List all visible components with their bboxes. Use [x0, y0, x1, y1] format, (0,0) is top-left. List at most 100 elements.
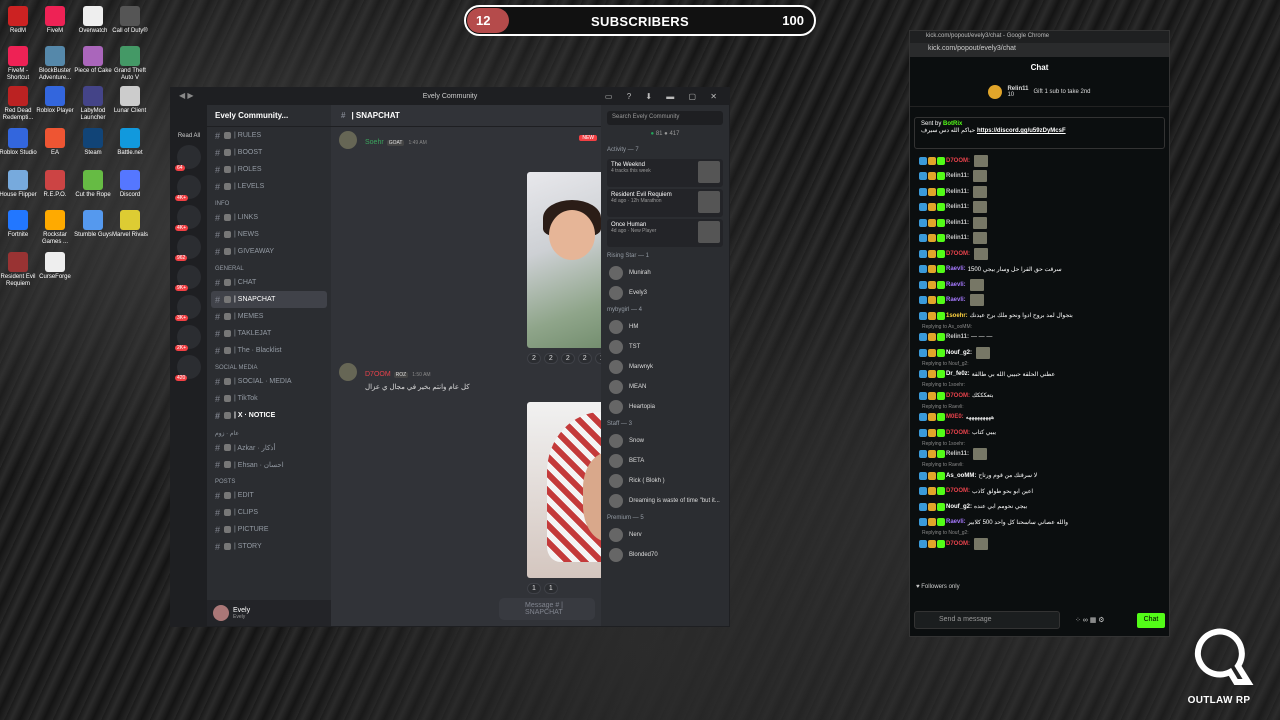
- message-author[interactable]: Soehr: [365, 139, 384, 146]
- chat-username[interactable]: 1soehr:: [946, 313, 968, 319]
- member-item[interactable]: Blonded70: [601, 545, 729, 565]
- channel-category[interactable]: عام · زوم: [207, 424, 331, 439]
- desktop-icon[interactable]: Piece of Cake: [74, 46, 112, 75]
- member-item[interactable]: Rick ( Blokh ): [601, 471, 729, 491]
- reaction[interactable]: 2: [543, 353, 558, 364]
- channel-category[interactable]: INFO: [207, 195, 331, 209]
- chat-username[interactable]: Raevli:: [946, 282, 966, 288]
- desktop-icon[interactable]: Lunar Client: [111, 86, 149, 115]
- desktop-icon[interactable]: House Flipper: [0, 170, 37, 199]
- channel-item[interactable]: # | CHAT: [207, 274, 331, 291]
- server-icon[interactable]: 2K+: [175, 325, 201, 351]
- server-icon[interactable]: 64: [175, 145, 201, 171]
- avatar[interactable]: [339, 363, 357, 381]
- channel-item[interactable]: # | GIVEAWAY: [207, 243, 331, 260]
- channel-item[interactable]: # | CLIPS: [207, 504, 331, 521]
- reaction[interactable]: 1: [527, 583, 541, 594]
- channel-item[interactable]: # | EDIT: [207, 487, 331, 504]
- member-item[interactable]: Munirah: [601, 263, 729, 283]
- chat-username[interactable]: D7OOM:: [946, 488, 970, 494]
- channel-item[interactable]: # | ROLES: [207, 161, 331, 178]
- chat-username[interactable]: Nouf_g2:: [946, 504, 972, 510]
- channel-item[interactable]: # | SOCIAL · MEDIA: [207, 373, 331, 390]
- desktop-icon[interactable]: Red Dead Redempti...: [0, 86, 37, 122]
- chat-username[interactable]: Raevli:: [946, 519, 966, 525]
- channel-item[interactable]: # | LINKS: [207, 209, 331, 226]
- reaction[interactable]: 2: [527, 353, 541, 364]
- desktop-icon[interactable]: Discord: [111, 170, 149, 199]
- desktop-icon[interactable]: BlockBuster Adventure...: [36, 46, 74, 82]
- desktop-icon[interactable]: FiveM: [36, 6, 74, 35]
- chat-username[interactable]: M0E0:: [946, 414, 964, 420]
- channel-item[interactable]: # | BOOST: [207, 144, 331, 161]
- desktop-icon[interactable]: Cut the Rope: [74, 170, 112, 199]
- server-icon[interactable]: 9K+: [175, 265, 201, 291]
- chat-username[interactable]: Relin11:: [946, 220, 969, 226]
- reaction[interactable]: 2: [577, 353, 592, 364]
- activity-card[interactable]: Resident Evil Requiem 4d ago · 12h Marath…: [607, 189, 723, 217]
- chat-username[interactable]: Nouf_g2:: [946, 350, 972, 356]
- search-input[interactable]: Search Evely Community: [607, 111, 723, 125]
- chat-username[interactable]: D7OOM:: [946, 393, 970, 399]
- channel-item[interactable]: # | LEVELS: [207, 178, 331, 195]
- reaction[interactable]: 2: [560, 353, 575, 364]
- desktop-icon[interactable]: Rockstar Games ...: [36, 210, 74, 246]
- desktop-icon[interactable]: Stumble Guys: [74, 210, 112, 239]
- channel-item[interactable]: # | Azkar · أذكار: [207, 439, 331, 456]
- activity-card[interactable]: Once Human 4d ago · New Player: [607, 219, 723, 247]
- desktop-icon[interactable]: Fortnite: [0, 210, 37, 239]
- member-item[interactable]: MEAN: [601, 377, 729, 397]
- chat-username[interactable]: D7OOM:: [946, 430, 970, 436]
- desktop-icon[interactable]: FiveM - Shortcut: [0, 46, 37, 82]
- chat-username[interactable]: Relin11:: [946, 189, 969, 195]
- message-author[interactable]: D7OOM: [365, 371, 391, 378]
- window-controls[interactable]: ▭ ? ⬇ ▬ ▢ ✕: [605, 92, 723, 101]
- server-name[interactable]: Evely Community...: [207, 105, 331, 127]
- desktop-icon[interactable]: Roblox Studio: [0, 128, 37, 157]
- chat-username[interactable]: Relin11:: [946, 235, 969, 241]
- desktop-icon[interactable]: Marvel Rivals: [111, 210, 149, 239]
- chat-send-button[interactable]: Chat: [1137, 613, 1165, 628]
- channel-item[interactable]: # | SNAPCHAT: [211, 291, 327, 308]
- chat-input[interactable]: Send a message: [914, 611, 1060, 629]
- channel-category[interactable]: SOCIAL MEDIA: [207, 359, 331, 373]
- member-item[interactable]: Heartopia: [601, 397, 729, 417]
- member-item[interactable]: BETA: [601, 451, 729, 471]
- chat-username[interactable]: D7OOM:: [946, 541, 970, 547]
- desktop-icon[interactable]: EA: [36, 128, 74, 157]
- desktop-icon[interactable]: Battle.net: [111, 128, 149, 157]
- chat-username[interactable]: Raevli:: [946, 297, 966, 303]
- chat-username[interactable]: Relin11:: [946, 173, 969, 179]
- member-item[interactable]: Nerv: [601, 525, 729, 545]
- activity-card[interactable]: The Weeknd 4 tracks this week: [607, 159, 723, 187]
- channel-item[interactable]: # | MEMES: [207, 308, 331, 325]
- desktop-icon[interactable]: R.E.P.O.: [36, 170, 74, 199]
- server-icon[interactable]: 4K+: [175, 175, 201, 201]
- server-icon[interactable]: 420: [175, 355, 201, 381]
- desktop-icon[interactable]: CurseForge: [36, 252, 74, 281]
- desktop-icon[interactable]: Roblox Player: [36, 86, 74, 115]
- pinned-link[interactable]: https://discord.gg/u59zDyMcsF: [977, 128, 1066, 134]
- chat-username[interactable]: D7OOM:: [946, 158, 970, 164]
- chat-username[interactable]: Dr_fe0z:: [946, 371, 970, 377]
- server-icon[interactable]: 3K+: [175, 295, 201, 321]
- message-input[interactable]: Message # | SNAPCHAT: [499, 598, 595, 620]
- chat-tools-icons[interactable]: ⁘ ∞ ▦ ⚙: [1075, 616, 1105, 624]
- channel-item[interactable]: # | TikTok: [207, 390, 331, 407]
- channel-item[interactable]: # | The · Blacklist: [207, 342, 331, 359]
- chat-username[interactable]: Relin11:: [946, 451, 969, 457]
- channel-category[interactable]: POSTS: [207, 473, 331, 487]
- desktop-icon[interactable]: RedM: [0, 6, 37, 35]
- avatar[interactable]: [339, 131, 357, 149]
- server-icon[interactable]: 4K+: [175, 205, 201, 231]
- chat-username[interactable]: D7OOM:: [946, 251, 970, 257]
- desktop-icon[interactable]: Grand Theft Auto V: [111, 46, 149, 82]
- channel-category[interactable]: GENERAL: [207, 260, 331, 274]
- channel-item[interactable]: # | TAKLEJAT: [207, 325, 331, 342]
- channel-item[interactable]: # | X · NOTICE: [207, 407, 331, 424]
- channel-item[interactable]: # | STORY: [207, 538, 331, 555]
- address-bar[interactable]: kick.com/popout/evely3/chat: [910, 43, 1169, 57]
- read-all-label[interactable]: Read All: [171, 133, 207, 139]
- reaction[interactable]: 1: [543, 583, 558, 594]
- chat-username[interactable]: Relin11:: [946, 204, 969, 210]
